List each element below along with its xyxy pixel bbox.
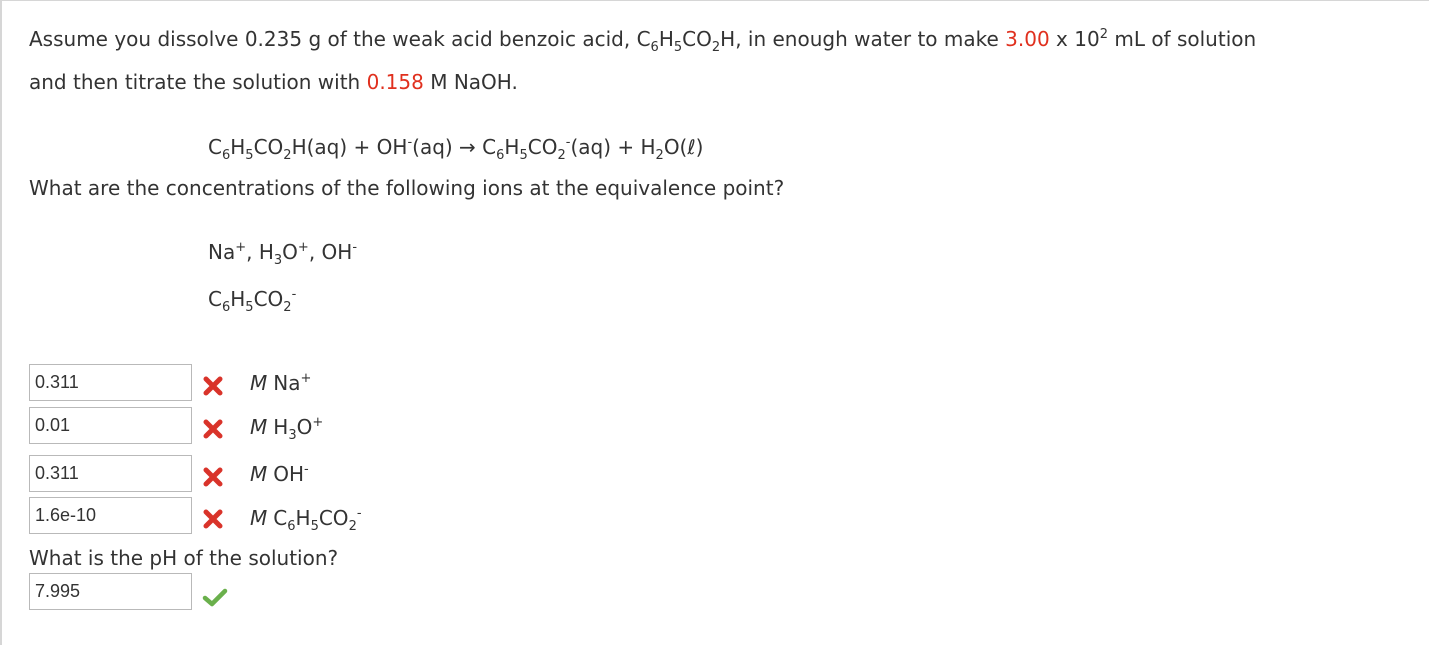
question-line-2: and then titrate the solution with 0.158… (29, 70, 518, 94)
answer-na-input[interactable]: 0.311 (29, 364, 192, 401)
answer-benzoate-input[interactable]: 1.6e-10 (29, 497, 192, 534)
reaction-equation: C6H5CO2H(aq) + OH-(aq) → C6H5CO2-(aq) + … (208, 135, 704, 163)
x-mark-icon (203, 419, 223, 439)
ph-prompt: What is the pH of the solution? (29, 546, 339, 570)
answer-h3o-unit: M H3O+ (250, 415, 324, 443)
ph-input[interactable]: 7.995 (29, 573, 192, 610)
check-mark-icon (202, 588, 228, 607)
answer-oh-input[interactable]: 0.311 (29, 455, 192, 492)
x-mark-icon (203, 467, 223, 487)
answer-h3o-input[interactable]: 0.01 (29, 407, 192, 444)
x-mark-icon (203, 376, 223, 396)
answer-na-unit: M Na+ (250, 371, 312, 395)
x-mark-icon (203, 509, 223, 529)
answer-benzoate-unit: M C6H5CO2- (250, 506, 362, 534)
question-line-1: Assume you dissolve 0.235 g of the weak … (29, 27, 1257, 55)
ion-list-line-1: Na+, H3O+, OH- (208, 240, 358, 268)
ion-list-line-2: C6H5CO2- (208, 287, 297, 315)
answer-oh-unit: M OH- (250, 462, 309, 486)
naoh-concentration: 0.158 (366, 70, 424, 94)
ions-prompt: What are the concentrations of the follo… (29, 176, 785, 200)
volume-value: 3.00 (1005, 27, 1050, 51)
